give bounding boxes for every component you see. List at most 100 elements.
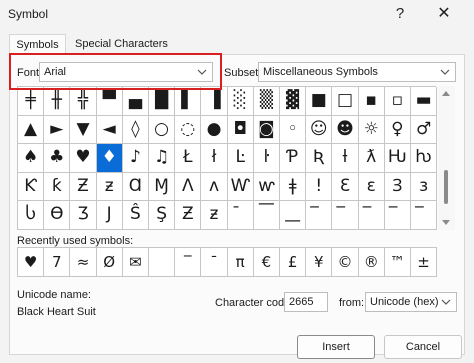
scroll-thumb[interactable] [444, 170, 448, 204]
font-combobox[interactable]: Arial [39, 62, 213, 82]
symbol-cell[interactable]: ☼ [358, 115, 385, 145]
symbol-cell[interactable]: □ [332, 87, 359, 116]
symbol-cell[interactable]: ▌ [175, 87, 202, 116]
symbol-cell[interactable]: ♣ [44, 144, 71, 173]
symbol-cell[interactable]: ╪ [18, 87, 45, 116]
symbol-cell[interactable]: ̅ [306, 201, 333, 230]
symbol-cell[interactable]: ▓ [280, 87, 307, 116]
symbol-cell[interactable]: ● [201, 115, 228, 145]
recent-symbol-cell[interactable]: ™ [384, 248, 411, 277]
cancel-button[interactable]: Cancel [384, 335, 462, 359]
symbol-cell[interactable]: Ƕ [384, 144, 411, 173]
symbol-cell[interactable]: ŀ [253, 144, 280, 173]
symbol-cell[interactable]: Ⴑ [18, 201, 45, 230]
symbol-cell[interactable]: Ⱳ [227, 172, 254, 202]
recent-symbol-cell[interactable]: ‾ [175, 248, 202, 277]
symbol-cell[interactable]: ł [201, 144, 228, 173]
symbol-cell[interactable]: ♪ [122, 144, 149, 173]
recent-symbol-cell[interactable]: ± [411, 248, 438, 277]
symbol-cell[interactable]: ♠ [18, 144, 45, 173]
symbol-cell[interactable]: ƚ [332, 144, 359, 173]
scroll-up-arrow-icon[interactable] [442, 91, 450, 96]
symbol-cell[interactable]: ╫ [44, 87, 71, 116]
symbol-cell[interactable]: ▲ [18, 115, 45, 145]
tab-symbols[interactable]: Symbols [9, 34, 66, 55]
symbol-cell[interactable]: ̅ [332, 201, 359, 230]
symbol-cell[interactable]: ▬ [411, 87, 438, 116]
recent-symbol-cell[interactable]: ¥ [306, 248, 333, 277]
symbol-cell[interactable]: ̅ [358, 201, 385, 230]
symbol-cell[interactable]: ƶ [96, 172, 123, 202]
help-button[interactable]: ? [387, 3, 413, 25]
symbol-cell[interactable]: ○ [149, 115, 176, 145]
recent-symbol-cell[interactable]: ˉ [201, 248, 228, 277]
symbol-cell[interactable]: Ɜ [384, 172, 411, 202]
symbol-cell[interactable]: Ş [149, 201, 176, 230]
recent-symbol-cell[interactable]: ♥ [18, 248, 45, 277]
symbol-cell[interactable]: ◌ [175, 115, 202, 145]
symbol-cell[interactable]: Ј [96, 201, 123, 230]
symbol-cell[interactable]: ◘ [227, 115, 254, 145]
recent-symbol-cell[interactable]: ® [358, 248, 385, 277]
insert-button[interactable]: Insert [297, 335, 375, 359]
symbol-cell[interactable]: ♫ [149, 144, 176, 173]
recent-symbol-cell[interactable]: ✉ [122, 248, 149, 277]
symbol-cell[interactable]: Ʌ [175, 172, 202, 202]
symbol-cell[interactable]: ̅ [384, 201, 411, 230]
symbol-cell[interactable]: ► [44, 115, 71, 145]
symbol-cell[interactable]: Ŀ [227, 144, 254, 173]
symbol-cell[interactable]: ͞ [253, 201, 280, 230]
symbol-cell[interactable]: ♥ [70, 144, 97, 173]
close-button[interactable]: ✕ [431, 3, 457, 25]
recent-symbol-cell[interactable]: Ø [96, 248, 123, 277]
symbol-cell[interactable]: ʌ [201, 172, 228, 202]
symbol-cell[interactable]: ╬ [70, 87, 97, 116]
symbol-cell[interactable]: ◊ [122, 115, 149, 145]
symbol-grid-scrollbar[interactable] [438, 86, 455, 230]
symbol-cell[interactable]: ɛ [358, 172, 385, 202]
symbol-cell[interactable]: ɜ [411, 172, 438, 202]
symbol-cell[interactable]: Ƶ [175, 201, 202, 230]
from-combobox[interactable]: Unicode (hex) [365, 292, 457, 312]
symbol-cell[interactable]: ▒ [253, 87, 280, 116]
symbol-cell[interactable]: ♀ [384, 115, 411, 145]
symbol-cell[interactable]: Ө [44, 201, 71, 230]
symbol-cell[interactable]: Ƶ [70, 172, 97, 202]
recent-symbol-cell[interactable]: £ [280, 248, 307, 277]
symbol-cell[interactable]: Ʀ [306, 144, 333, 173]
symbol-cell[interactable]: Ɑ [122, 172, 149, 202]
symbol-cell[interactable]: Ɛ [332, 172, 359, 202]
symbol-cell[interactable]: ▫ [384, 87, 411, 116]
symbol-cell[interactable]: ƕ [411, 144, 438, 173]
symbol-cell[interactable]: Ƙ [18, 172, 45, 202]
symbol-cell[interactable]: ░ [227, 87, 254, 116]
symbol-cell[interactable]: Ł [175, 144, 202, 173]
symbol-cell[interactable]: ▼ [70, 115, 97, 145]
symbol-cell[interactable]: ☺ [306, 115, 333, 145]
symbol-cell[interactable]: ◙ [253, 115, 280, 145]
symbol-cell[interactable]: ■ [306, 87, 333, 116]
symbol-cell[interactable]: ƶ [201, 201, 228, 230]
recent-symbol-cell[interactable]: ≈ [70, 248, 97, 277]
symbol-cell[interactable]: ƛ [358, 144, 385, 173]
symbol-cell[interactable]: ̄ [227, 201, 254, 230]
symbol-cell[interactable]: ▄ [122, 87, 149, 116]
symbol-cell[interactable]: ◄ [96, 115, 123, 145]
symbol-cell[interactable]: ▐ [201, 87, 228, 116]
symbol-cell[interactable]: Ɱ [149, 172, 176, 202]
tab-special-characters[interactable]: Special Characters [69, 34, 168, 55]
scroll-down-arrow-icon[interactable] [442, 220, 450, 225]
symbol-cell[interactable]: ☻ [332, 115, 359, 145]
symbol-cell[interactable]: ͟ [280, 201, 307, 230]
symbol-cell[interactable]: ♦ [96, 144, 123, 173]
symbol-cell[interactable]: ǂ [280, 172, 307, 202]
symbol-cell[interactable]: █ [149, 87, 176, 116]
symbol-cell[interactable]: Ӡ [70, 201, 97, 230]
symbol-cell[interactable]: ◦ [280, 115, 307, 145]
recent-symbol-cell[interactable]: © [332, 248, 359, 277]
symbol-cell[interactable]: Ŝ [122, 201, 149, 230]
symbol-cell[interactable]: ƙ [44, 172, 71, 202]
symbol-cell[interactable]: ̅ [411, 201, 438, 230]
recent-symbol-cell[interactable] [149, 248, 176, 277]
recent-symbol-cell[interactable]: π [227, 248, 254, 277]
